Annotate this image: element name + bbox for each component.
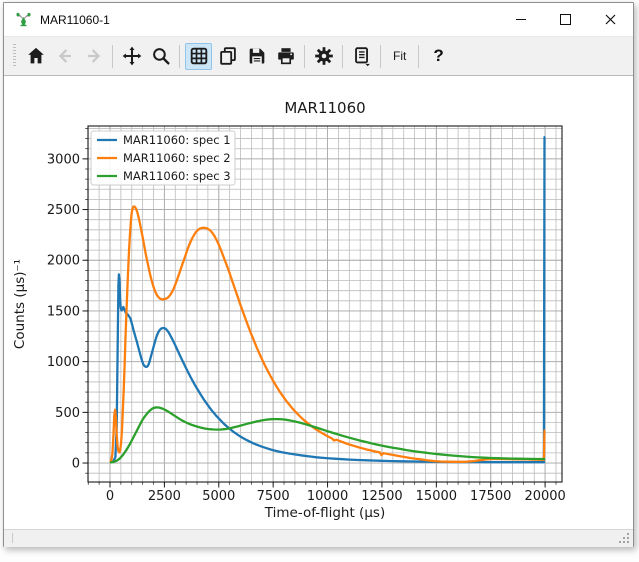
print-button[interactable] — [272, 43, 299, 70]
figure-canvas-area: 0 2500 5000 7500 10000 12500 15000 17500 20000 0 5… — [4, 76, 633, 529]
svg-text:1000: 1000 — [47, 355, 80, 370]
arrow-right-icon — [83, 45, 105, 67]
maximize-button[interactable] — [543, 3, 588, 36]
svg-text:0: 0 — [72, 457, 80, 472]
options-button[interactable] — [310, 43, 337, 70]
copy-button[interactable] — [214, 43, 241, 70]
svg-text:5000: 5000 — [202, 489, 235, 504]
svg-text:MAR11060: MAR11060 — [284, 99, 365, 117]
svg-text:7500: 7500 — [257, 489, 290, 504]
toolbar-separator — [342, 45, 343, 68]
svg-text:10000: 10000 — [307, 489, 348, 504]
forward-button[interactable] — [80, 43, 107, 70]
svg-text:3000: 3000 — [47, 152, 80, 167]
svg-text:MAR11060: spec 3: MAR11060: spec 3 — [123, 169, 231, 183]
mantid-logo-icon — [15, 11, 32, 28]
zoom-button[interactable] — [147, 43, 174, 70]
svg-text:20000: 20000 — [524, 489, 565, 504]
svg-text:500: 500 — [55, 406, 80, 421]
plot-toolbar: Fit ? — [4, 36, 633, 76]
pan-arrows-icon — [121, 45, 143, 67]
maximize-icon — [560, 14, 571, 25]
home-icon — [25, 45, 47, 67]
minimize-icon — [516, 19, 526, 20]
titlebar[interactable]: MAR11060-1 — [4, 3, 633, 36]
resize-grip-icon[interactable] — [619, 533, 631, 545]
grid-toggle-button[interactable] — [185, 43, 212, 70]
help-button[interactable]: ? — [424, 43, 452, 70]
pan-button[interactable] — [118, 43, 145, 70]
statusbar-separator — [12, 533, 13, 543]
svg-text:0: 0 — [106, 489, 114, 504]
svg-text:Time-of-flight (μs): Time-of-flight (μs) — [264, 505, 385, 521]
printer-icon — [275, 45, 297, 67]
fit-button[interactable]: Fit — [386, 43, 413, 70]
minimize-button[interactable] — [498, 3, 543, 36]
gear-icon — [313, 45, 335, 67]
svg-text:15000: 15000 — [416, 489, 457, 504]
back-button[interactable] — [51, 43, 78, 70]
svg-text:1500: 1500 — [47, 304, 80, 319]
svg-text:2000: 2000 — [47, 254, 80, 269]
close-icon — [605, 14, 616, 25]
svg-text:2500: 2500 — [148, 489, 181, 504]
plot-canvas[interactable]: 0 2500 5000 7500 10000 12500 15000 17500 20000 0 5… — [4, 76, 633, 529]
svg-text:MAR11060: spec 2: MAR11060: spec 2 — [123, 151, 231, 165]
arrow-left-icon — [54, 45, 76, 67]
script-icon — [351, 45, 373, 67]
chevron-down-icon — [365, 64, 369, 66]
save-button[interactable] — [243, 43, 270, 70]
magnifier-icon — [150, 45, 172, 67]
svg-text:12500: 12500 — [361, 489, 402, 504]
toolbar-drag-handle[interactable] — [13, 44, 16, 68]
svg-text:Counts (μs)⁻¹: Counts (μs)⁻¹ — [12, 259, 28, 349]
toolbar-separator — [418, 45, 419, 68]
svg-text:17500: 17500 — [470, 489, 511, 504]
window-title: MAR11060-1 — [40, 13, 110, 27]
statusbar — [4, 529, 633, 547]
generate-script-button[interactable] — [348, 43, 375, 70]
home-button[interactable] — [22, 43, 49, 70]
toolbar-separator — [304, 45, 305, 68]
grid-icon — [188, 45, 210, 67]
toolbar-separator — [179, 45, 180, 68]
svg-text:MAR11060: spec 1: MAR11060: spec 1 — [123, 133, 231, 147]
toolbar-separator — [380, 45, 381, 68]
svg-text:2500: 2500 — [47, 203, 80, 218]
plot-window: MAR11060-1 — [3, 2, 634, 547]
floppy-icon — [246, 45, 268, 67]
close-button[interactable] — [588, 3, 633, 36]
copy-icon — [217, 45, 239, 67]
toolbar-separator — [112, 45, 113, 68]
